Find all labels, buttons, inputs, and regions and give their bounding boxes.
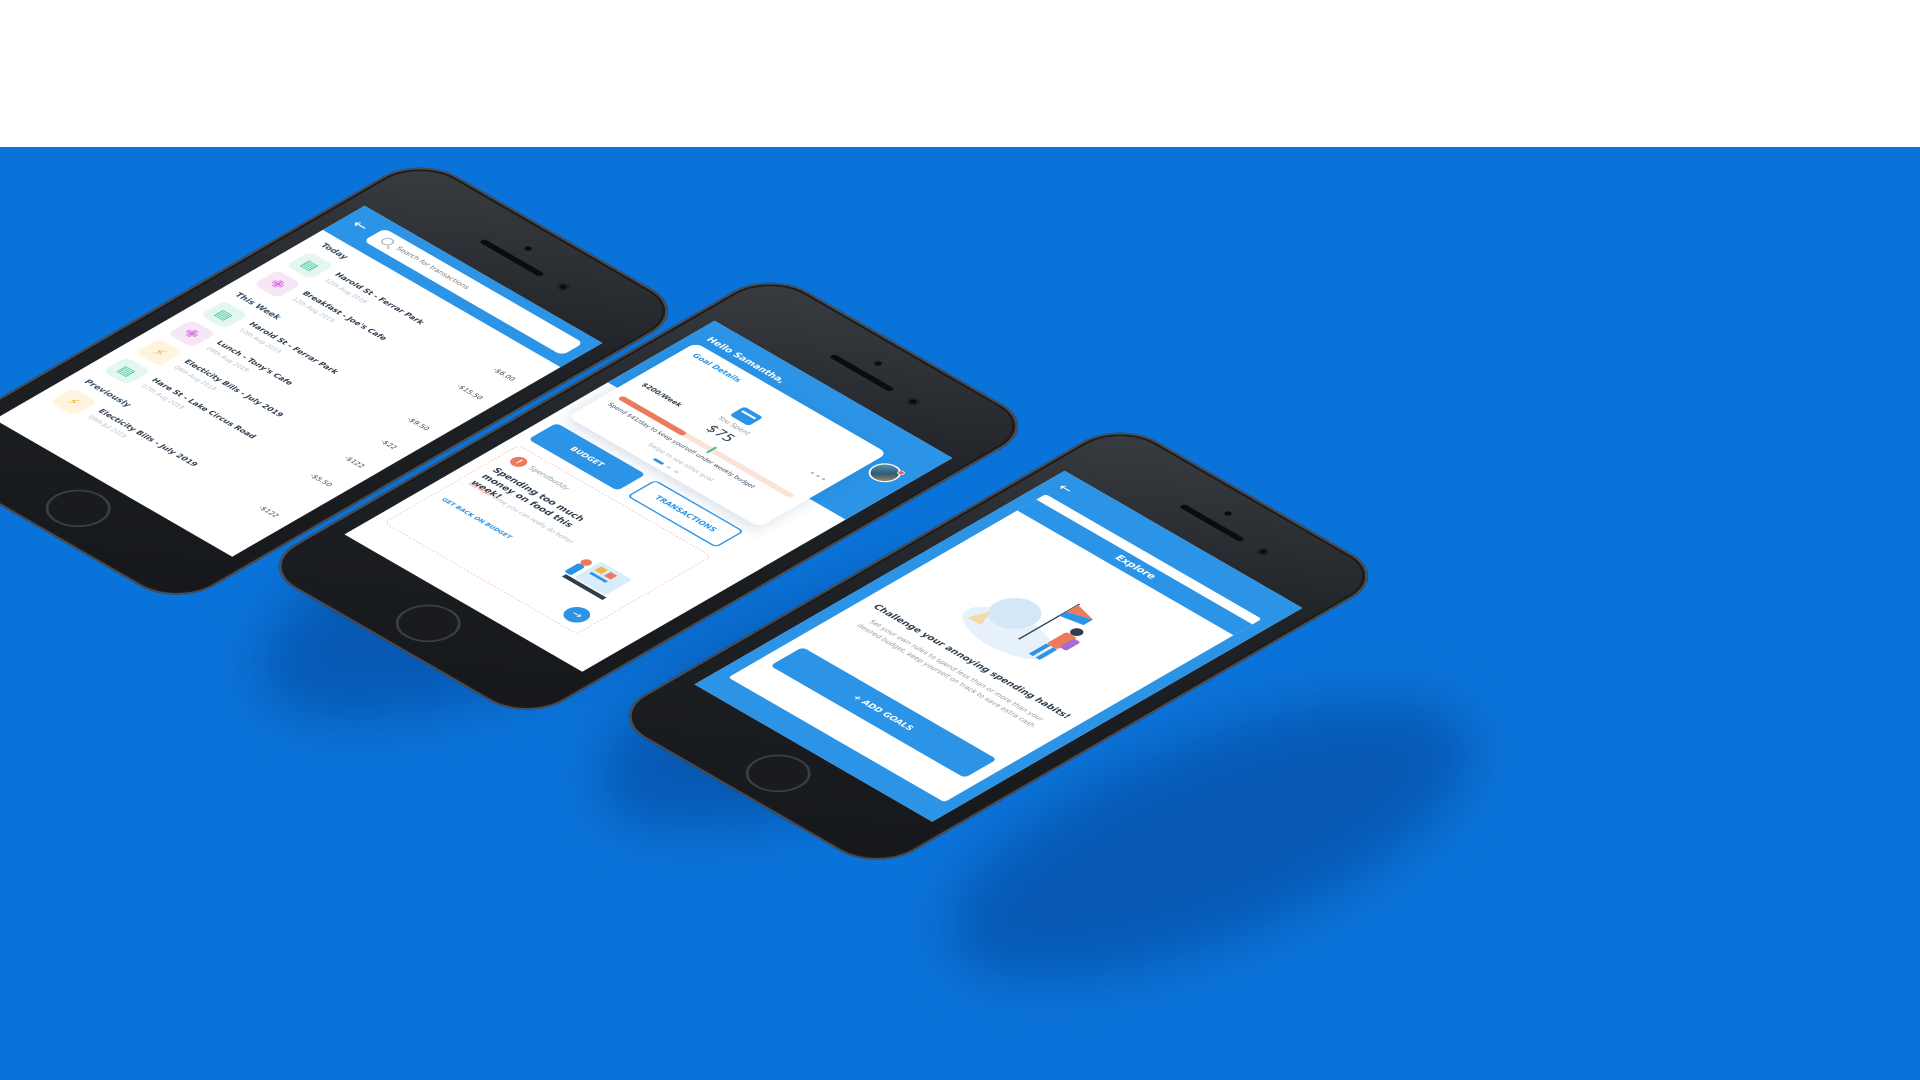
pager-dot-active[interactable]: [652, 457, 665, 465]
sensor: [522, 245, 534, 252]
transaction-amount: -$22: [377, 438, 399, 451]
transaction-amount: -$6.00: [490, 367, 517, 383]
home-button[interactable]: [382, 596, 475, 650]
budget-progress-bar: [617, 395, 796, 499]
sensor: [872, 360, 884, 367]
speaker: [828, 353, 895, 393]
bolt-icon: ⚡: [49, 387, 98, 416]
pager-dot[interactable]: [672, 469, 680, 474]
transaction-amount: -$122: [255, 504, 281, 519]
shopping-illustration: [561, 559, 632, 600]
transaction-amount: -$15.50: [453, 383, 485, 402]
back-arrow-icon[interactable]: ←: [347, 217, 375, 233]
search-icon: [378, 236, 398, 248]
budget-target-marker: [706, 446, 718, 454]
front-camera: [1253, 546, 1273, 558]
budget-rate: $200/Week: [638, 382, 684, 409]
top-white-band: [0, 0, 1920, 147]
notification-dot: [895, 469, 907, 476]
home-button[interactable]: [32, 481, 125, 535]
home-button[interactable]: [732, 746, 825, 800]
speaker: [1178, 503, 1245, 543]
transaction-amount: -$9.50: [404, 416, 431, 432]
alert-title: Spending too much money on food this wee…: [468, 466, 588, 529]
add-goals-button[interactable]: + ADD GOALS: [770, 646, 998, 779]
front-camera: [553, 281, 573, 293]
front-camera: [903, 396, 923, 408]
back-arrow-icon[interactable]: ←: [1053, 482, 1077, 496]
speaker: [478, 238, 545, 278]
transaction-amount: -$5.50: [307, 472, 334, 489]
alert-icon: !: [506, 454, 531, 469]
hiker-flag-illustration: [962, 597, 1093, 660]
transaction-amount: -$122: [341, 455, 366, 470]
more-options-icon[interactable]: •••: [805, 469, 831, 484]
pager-dot[interactable]: [665, 465, 673, 470]
sensor: [1222, 510, 1234, 517]
